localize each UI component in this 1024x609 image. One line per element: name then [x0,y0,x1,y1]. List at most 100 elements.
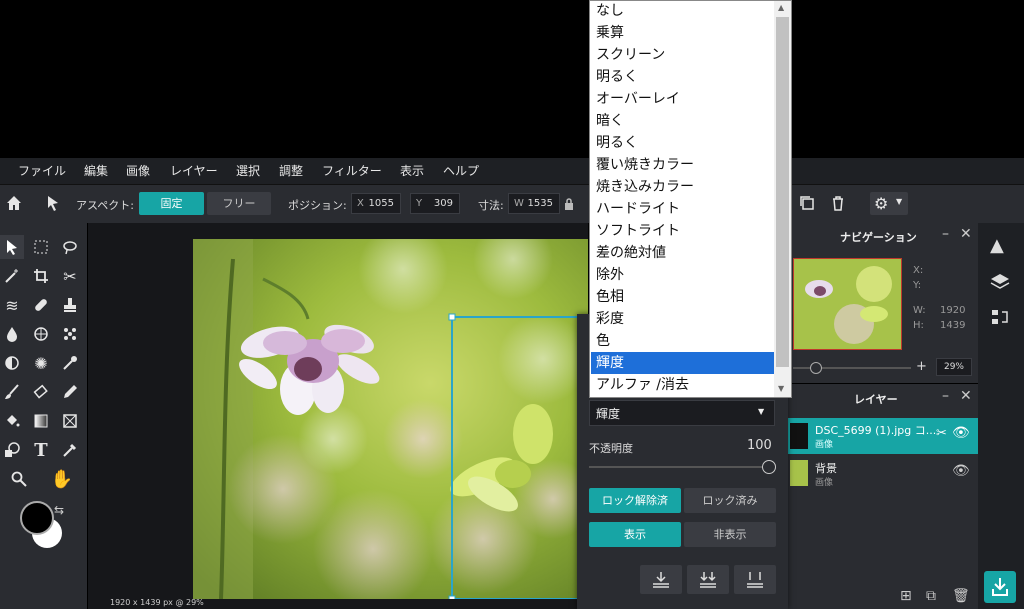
duplicate-icon[interactable] [798,194,816,212]
hide-button[interactable]: 非表示 [684,522,776,547]
blend-mode-select[interactable]: 輝度 ▼ [589,400,775,426]
crop-tool-icon[interactable] [29,264,53,288]
merge-visible-button[interactable] [687,565,729,594]
blend-mode-option[interactable]: アルファ /消去 [591,374,775,396]
blend-mode-option[interactable]: スクリーン [591,44,775,66]
zoom-tool-icon[interactable] [7,467,31,491]
move-tool-icon[interactable] [44,194,62,212]
menu-select[interactable]: 選択 [236,158,260,184]
blend-mode-option[interactable]: 乗算 [591,22,775,44]
menu-image[interactable]: 画像 [126,158,150,184]
dodge-tool-icon[interactable] [0,351,24,375]
eraser-tool-icon[interactable] [29,380,53,404]
menu-filter[interactable]: フィルター [322,158,382,184]
blend-mode-option[interactable]: 暗く [591,110,775,132]
flatten-button[interactable] [734,565,776,594]
home-icon[interactable] [5,194,23,212]
unlock-button[interactable]: ロック解除済 [589,488,681,513]
blend-mode-option[interactable]: オーバーレイ [591,88,775,110]
navigator-toggle-icon[interactable]: ▲ [990,235,1004,256]
eye-icon[interactable]: 👁 [952,425,970,441]
blend-mode-option[interactable]: 色相 [591,286,775,308]
scroll-up-icon[interactable]: ▲ [778,3,784,12]
menu-help[interactable]: ヘルプ [443,158,479,184]
select-tool-icon[interactable] [0,235,24,259]
menu-adjust[interactable]: 調整 [279,158,303,184]
blend-mode-option[interactable]: 色 [591,330,775,352]
brush-tool-icon[interactable] [0,380,24,404]
add-layer-icon[interactable]: ⊞ [900,588,912,604]
zoom-in-icon[interactable]: + [916,359,927,374]
delete-layer-icon[interactable]: 🗑 [952,588,970,604]
blend-mode-option[interactable]: 覆い焼きカラー [591,154,775,176]
fixed-button[interactable]: 固定 [139,192,204,215]
zoom-input[interactable]: 29% [936,358,972,376]
blend-mode-option[interactable]: 輝度 [591,352,775,374]
photo-canvas[interactable] [193,239,588,599]
menu-edit[interactable]: 編集 [84,158,108,184]
liquify-tool-icon[interactable]: ≋ [0,293,24,317]
eyedropper-tool-icon[interactable] [58,351,82,375]
pattern-tool-icon[interactable] [58,322,82,346]
minimize-icon[interactable]: – [942,388,949,404]
layer-row[interactable]: 背景 画像 👁 [788,456,978,492]
magic-wand-icon[interactable] [0,264,24,288]
marquee-tool-icon[interactable] [29,235,53,259]
merge-down-button[interactable] [640,565,682,594]
blend-mode-option[interactable]: なし [591,0,775,22]
export-button[interactable] [984,571,1016,603]
burn-tool-icon[interactable]: ✺ [29,351,53,375]
layers-toggle-icon[interactable] [990,273,1010,291]
lock-icon[interactable] [563,197,575,211]
blend-mode-option[interactable]: 除外 [591,264,775,286]
opacity-slider-handle[interactable] [762,460,776,474]
show-button[interactable]: 表示 [589,522,681,547]
gradient-tool-icon[interactable] [29,409,53,433]
w-field[interactable]: W 1535 [508,193,560,214]
blend-mode-option[interactable]: 焼き込みカラー [591,176,775,198]
menu-view[interactable]: 表示 [400,158,424,184]
history-toggle-icon[interactable] [990,308,1010,326]
blend-mode-option[interactable]: 明るく [591,132,775,154]
blend-mode-option[interactable]: 差の絶対値 [591,242,775,264]
fill-tool-icon[interactable] [0,409,24,433]
lock-button[interactable]: ロック済み [684,488,776,513]
foreground-color-swatch[interactable] [20,501,54,535]
navigator-thumbnail[interactable] [793,258,902,350]
shape-tool-icon[interactable] [0,438,24,462]
x-field[interactable]: X 1055 [351,193,401,214]
blend-mode-option[interactable]: ソフトライト [591,220,775,242]
settings-button[interactable]: ⚙ ▼ [870,192,908,215]
close-icon[interactable]: ✕ [960,226,972,242]
swap-colors-icon[interactable]: ⇆ [54,503,64,517]
scrollbar-thumb[interactable] [776,17,789,367]
trash-icon[interactable] [829,194,847,212]
opacity-slider[interactable] [589,466,769,468]
free-button[interactable]: フリー [207,192,271,215]
y-field[interactable]: Y 309 [410,193,460,214]
shape-cut-tool-icon[interactable] [58,409,82,433]
blend-mode-option[interactable]: 明るく [591,66,775,88]
close-icon[interactable]: ✕ [960,388,972,404]
stamp-tool-icon[interactable] [58,293,82,317]
layer-row[interactable]: DSC_5699 (1).jpg コ... 画像 ✂ 👁 [788,418,978,454]
text-tool-icon[interactable]: T [29,438,53,462]
menu-file[interactable]: ファイル [18,158,66,184]
color-picker-icon[interactable] [58,438,82,462]
blend-mode-option[interactable]: ハードライト [591,198,775,220]
eye-icon[interactable]: 👁 [952,463,970,479]
heal-tool-icon[interactable] [29,293,53,317]
scroll-down-icon[interactable]: ▼ [778,384,784,393]
dropdown-scrollbar[interactable]: ▲ ▼ [774,1,791,397]
hand-tool-icon[interactable]: ✋ [50,467,74,491]
menu-layer[interactable]: レイヤー [170,158,218,184]
sponge-tool-icon[interactable] [29,322,53,346]
cut-tool-icon[interactable]: ✂ [58,264,82,288]
duplicate-layer-icon[interactable]: ⧉ [926,588,936,604]
zoom-slider-handle[interactable] [810,362,822,374]
minimize-icon[interactable]: – [942,226,949,242]
pencil-tool-icon[interactable] [58,380,82,404]
blur-tool-icon[interactable] [0,322,24,346]
blend-mode-option[interactable]: 彩度 [591,308,775,330]
lasso-tool-icon[interactable] [58,235,82,259]
